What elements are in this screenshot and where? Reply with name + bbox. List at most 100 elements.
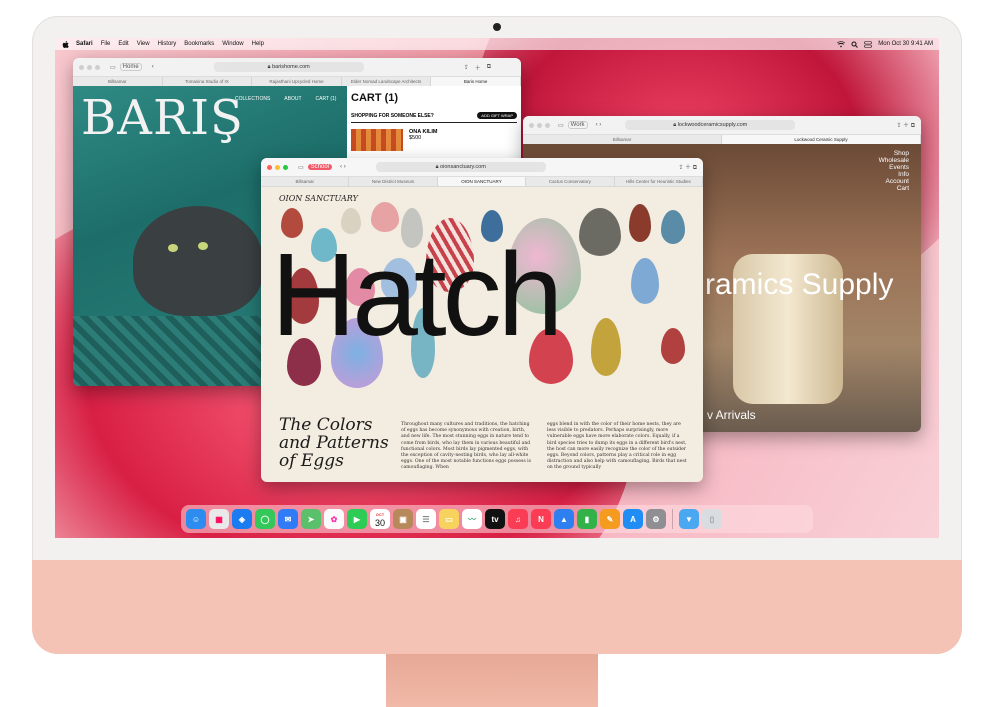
tab[interactable]: Billsamar [261, 177, 350, 186]
nav-about[interactable]: ABOUT [284, 96, 301, 102]
appstore-icon[interactable]: A [623, 509, 643, 529]
article-column-2: eggs blend in with the color of their ho… [547, 422, 687, 471]
tab[interactable]: New District Museum [349, 177, 438, 186]
toolbar: ▭ School ‹ › 🔒︎ oionsanctuary.com ⇪ ＋ ⧉ [261, 158, 703, 177]
traffic-lights[interactable] [79, 64, 100, 70]
imac-stand [386, 654, 598, 707]
tab[interactable]: Billsamar [523, 135, 722, 144]
tab[interactable]: Elder Nomad Landscape Architects [342, 77, 432, 86]
add-gift-wrap-button[interactable]: ADD GIFT WRAP [477, 112, 517, 119]
numbers-icon[interactable]: ▮ [577, 509, 597, 529]
lock-icon: 🔒︎ [267, 63, 271, 70]
safari-window-oion[interactable]: ▭ School ‹ › 🔒︎ oionsanctuary.com ⇪ ＋ ⧉ … [261, 158, 703, 482]
menu-history[interactable]: History [158, 41, 177, 47]
cat-eye [168, 244, 178, 252]
dock: ☺ ▦ ◈ ◯ ✉ ➤ ✿ ▶ OCT 30 ▣ ☰ ▭ 〰 tv ♫ N ▲ … [181, 505, 813, 533]
tv-icon[interactable]: tv [485, 509, 505, 529]
menu-bookmarks[interactable]: Bookmarks [184, 41, 214, 47]
tab-active[interactable]: Baris Home [431, 77, 521, 86]
menubar-clock[interactable]: Mon Oct 30 9:41 AM [878, 41, 933, 47]
back-icon[interactable]: ‹ › [340, 164, 346, 170]
finder-icon[interactable]: ☺ [186, 509, 206, 529]
egg [591, 318, 621, 376]
launchpad-icon[interactable]: ▦ [209, 509, 229, 529]
pages-icon[interactable]: ✎ [600, 509, 620, 529]
cart-subtitle: SHOPPING FOR SOMEONE ELSE? [351, 112, 434, 119]
calendar-icon[interactable]: OCT 30 [370, 509, 390, 529]
menu-edit[interactable]: Edit [118, 41, 128, 47]
messages-icon[interactable]: ◯ [255, 509, 275, 529]
search-icon[interactable] [851, 41, 859, 48]
safari-icon[interactable]: ◈ [232, 509, 252, 529]
share-icon[interactable]: ⇪ [464, 64, 469, 71]
back-icon[interactable]: ‹ › [596, 122, 602, 128]
profile-school[interactable]: School [307, 164, 333, 170]
tab[interactable]: Tomasina Studio of IX [163, 77, 253, 86]
freeform-icon[interactable]: 〰 [462, 509, 482, 529]
egg [629, 204, 651, 242]
tab-overview-icon[interactable]: ⧉ [487, 64, 491, 71]
menu-window[interactable]: Window [222, 41, 243, 47]
reminders-icon[interactable]: ☰ [416, 509, 436, 529]
brand-logo[interactable]: BARIŞ [81, 90, 244, 146]
traffic-lights[interactable] [267, 164, 288, 170]
music-icon[interactable]: ♫ [508, 509, 528, 529]
apple-icon[interactable] [61, 40, 70, 49]
new-arrivals-link[interactable]: v Arrivals [707, 408, 756, 422]
settings-icon[interactable]: ⚙ [646, 509, 666, 529]
nav-cart[interactable]: CART (1) [316, 96, 337, 102]
sidebar-icon[interactable]: ▭ [558, 122, 564, 129]
nav-collections[interactable]: COLLECTIONS [235, 96, 270, 102]
downloads-icon[interactable]: ▼ [679, 509, 699, 529]
sidebar-icon[interactable]: ▭ [110, 64, 116, 71]
traffic-lights[interactable] [529, 122, 550, 128]
nav-wholesale[interactable]: Wholesale [879, 157, 909, 164]
url-text: barishome.com [272, 64, 310, 70]
menu-file[interactable]: File [101, 41, 111, 47]
notes-icon[interactable]: ▭ [439, 509, 459, 529]
contacts-icon[interactable]: ▣ [393, 509, 413, 529]
maps-icon[interactable]: ➤ [301, 509, 321, 529]
address-bar[interactable]: 🔒︎ barishome.com [213, 62, 364, 72]
wifi-icon[interactable] [837, 40, 846, 48]
back-icon[interactable]: ‹ [152, 64, 154, 70]
news-icon[interactable]: N [531, 509, 551, 529]
cart-title: CART (1) [351, 92, 399, 104]
control-center-icon[interactable] [864, 40, 873, 48]
calendar-day: 30 [374, 518, 385, 528]
new-tab-icon[interactable]: ＋ [475, 63, 481, 72]
product-thumbnail[interactable] [351, 129, 403, 151]
tab-active[interactable]: Lockwood Ceramic Supply [722, 135, 921, 144]
share-icon[interactable]: ⇪ ＋ ⧉ [896, 120, 915, 130]
tab-active[interactable]: OION SANCTUARY [437, 177, 527, 186]
photos-icon[interactable]: ✿ [324, 509, 344, 529]
nav-events[interactable]: Events [879, 164, 909, 171]
facetime-icon[interactable]: ▶ [347, 509, 367, 529]
tab[interactable]: Hills Center for Heuristic Studies [615, 177, 703, 186]
site-logo[interactable]: OION SANCTUARY [279, 194, 358, 203]
mail-icon[interactable]: ✉ [278, 509, 298, 529]
nav-shop[interactable]: Shop [879, 150, 909, 157]
address-bar[interactable]: 🔒︎ oionsanctuary.com [375, 162, 546, 172]
keynote-icon[interactable]: ▲ [554, 509, 574, 529]
nav-info[interactable]: Info [879, 171, 909, 178]
menu-safari[interactable]: Safari [76, 41, 93, 47]
dock-separator [672, 509, 673, 529]
egg [371, 202, 399, 232]
trash-icon[interactable]: ▯ [702, 509, 722, 529]
url-text: oionsanctuary.com [440, 164, 486, 170]
nav-cart[interactable]: Cart [879, 185, 909, 192]
sidebar-icon[interactable]: ▭ [298, 164, 304, 171]
toolbar: ▭ Work ‹ › 🔒︎ lockwoodceramicsupply.com … [523, 116, 921, 135]
profile-work[interactable]: Work [567, 121, 588, 129]
share-icon[interactable]: ⇪ ＋ ⧉ [678, 162, 697, 172]
menu-help[interactable]: Help [252, 41, 264, 47]
nav-account[interactable]: Account [879, 178, 910, 185]
tab[interactable]: Billsamar [73, 77, 163, 86]
tab[interactable]: Rajasthani Upcycled Home [252, 77, 342, 86]
tab[interactable]: Cactus Conservatory [526, 177, 615, 186]
egg [579, 208, 621, 256]
address-bar[interactable]: 🔒︎ lockwoodceramicsupply.com [625, 120, 796, 130]
profile-home[interactable]: Home [119, 63, 142, 71]
menu-view[interactable]: View [137, 41, 150, 47]
